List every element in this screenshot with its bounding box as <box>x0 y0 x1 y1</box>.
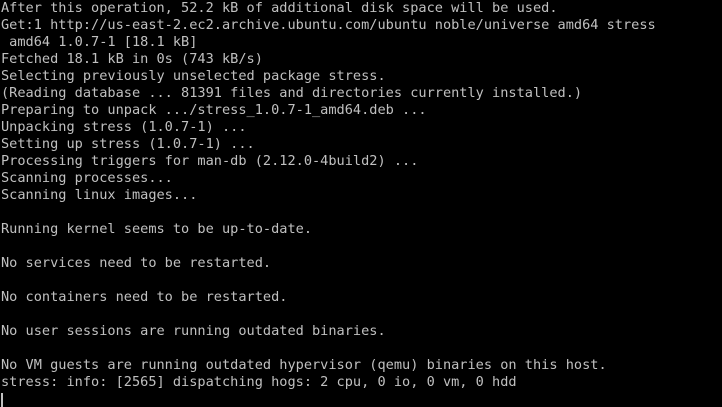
terminal-line-5: Selecting previously unselected package … <box>1 68 386 84</box>
terminal-window[interactable]: After this operation, 52.2 kB of additio… <box>0 0 722 407</box>
terminal-line-16: No services need to be restarted. <box>1 255 272 271</box>
terminal-line-21 <box>1 340 722 357</box>
terminal-line-4: Fetched 18.1 kB in 0s (743 kB/s) <box>1 51 263 67</box>
text-cursor <box>1 393 3 407</box>
terminal-line-12: Scanning linux images... <box>1 187 198 203</box>
terminal-line-19 <box>1 306 722 323</box>
terminal-line-9: Setting up stress (1.0.7-1) ... <box>1 136 255 152</box>
terminal-line-10: Processing triggers for man-db (2.12.0-4… <box>1 153 419 169</box>
terminal-line-17 <box>1 272 722 289</box>
terminal-line-20: No user sessions are running outdated bi… <box>1 323 386 339</box>
terminal-line-6: (Reading database ... 81391 files and di… <box>1 85 583 101</box>
terminal-line-22: No VM guests are running outdated hyperv… <box>1 357 607 373</box>
terminal-line-1: After this operation, 52.2 kB of additio… <box>1 0 558 16</box>
terminal-line-3: amd64 1.0.7-1 [18.1 kB] <box>1 34 198 50</box>
terminal-line-2: Get:1 http://us-east-2.ec2.archive.ubunt… <box>1 17 656 33</box>
terminal-line-18: No containers need to be restarted. <box>1 289 288 305</box>
terminal-line-8: Unpacking stress (1.0.7-1) ... <box>1 119 247 135</box>
terminal-line-23: stress: info: [2565] dispatching hogs: 2… <box>1 374 517 390</box>
terminal-line-15 <box>1 238 722 255</box>
terminal-line-11: Scanning processes... <box>1 170 173 186</box>
terminal-line-7: Preparing to unpack .../stress_1.0.7-1_a… <box>1 102 427 118</box>
terminal-line-14: Running kernel seems to be up-to-date. <box>1 221 312 237</box>
terminal-line-13 <box>1 204 722 221</box>
